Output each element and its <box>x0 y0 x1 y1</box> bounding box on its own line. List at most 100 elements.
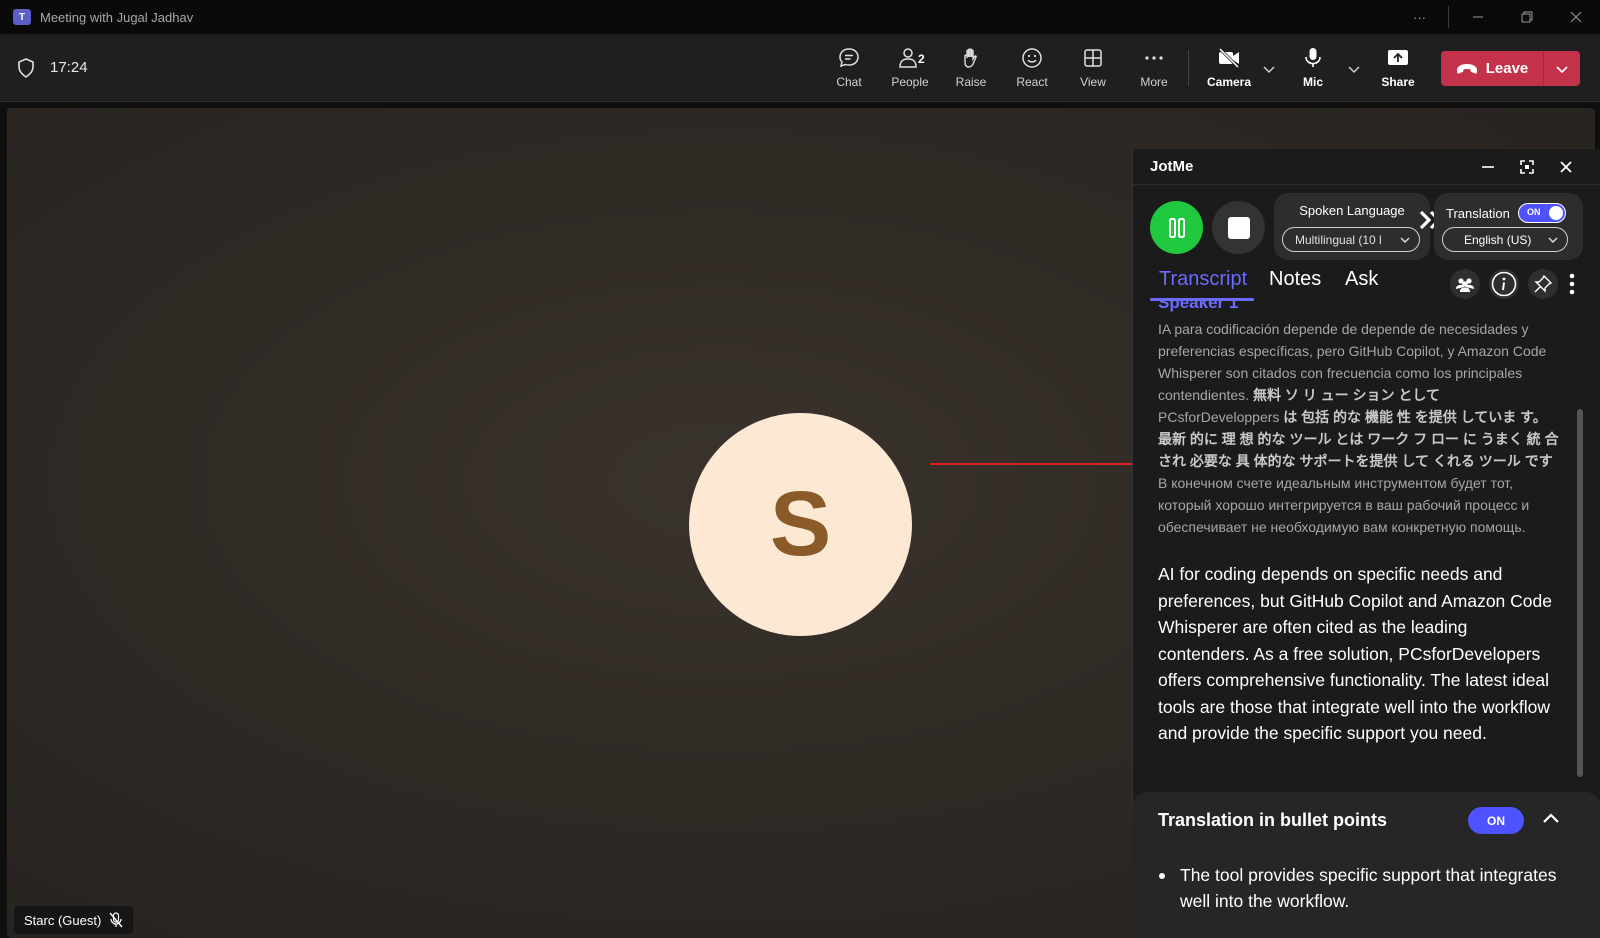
raise-label: Raise <box>955 75 987 89</box>
view-button[interactable]: View <box>1063 46 1123 94</box>
bullet-points-toggle[interactable]: ON <box>1468 807 1524 834</box>
leave-button[interactable]: Leave <box>1441 51 1544 86</box>
transcript-area: Speaker 1 IA para codificación depende d… <box>1133 301 1600 781</box>
minimize-button[interactable] <box>1453 0 1502 34</box>
translation-label: Translation <box>1446 206 1510 221</box>
group-icon <box>1456 278 1474 292</box>
raise-hand-button[interactable]: Raise <box>941 46 1001 94</box>
chevron-down-icon <box>1556 65 1568 73</box>
camera-off-icon <box>1218 47 1240 69</box>
close-panel-button[interactable] <box>1555 156 1577 178</box>
bullet-item: The tool provides specific support that … <box>1180 865 1557 911</box>
leave-button-group: Leave <box>1441 51 1580 86</box>
hang-up-icon <box>1456 63 1477 74</box>
more-label: More <box>1140 75 1168 89</box>
spoken-language-value: Multilingual (10 l <box>1295 232 1382 247</box>
share-label: Share <box>1381 75 1415 89</box>
jotme-tabs: Transcript Notes Ask <box>1133 261 1600 301</box>
react-button[interactable]: React <box>1002 46 1062 94</box>
bullet-points-panel: Translation in bullet points ON The tool… <box>1132 792 1600 938</box>
mic-muted-icon <box>109 912 123 928</box>
leave-label: Leave <box>1485 60 1529 77</box>
shield-icon <box>18 58 34 78</box>
chevron-down-icon <box>1400 237 1410 243</box>
leave-options-button[interactable] <box>1544 51 1580 86</box>
share-screen-icon <box>1388 50 1408 65</box>
participant-name: Starc (Guest) <box>24 912 102 928</box>
jotme-panel: JotMe Spoken Language Multilingual (10 l… <box>1132 149 1600 938</box>
transcript-scrollbar[interactable] <box>1577 409 1583 777</box>
mic-options-chevron-icon[interactable] <box>1347 62 1361 76</box>
stop-recording-button[interactable] <box>1212 201 1265 254</box>
hand-icon <box>964 48 977 68</box>
pin-button[interactable] <box>1528 269 1558 299</box>
stop-icon <box>1227 216 1250 239</box>
more-options-icon[interactable]: ··· <box>1395 0 1444 34</box>
microphone-icon <box>1305 48 1321 67</box>
chevron-up-icon[interactable] <box>1542 812 1560 824</box>
toolbar-divider <box>1188 50 1189 86</box>
people-button[interactable]: 2 People <box>880 46 940 94</box>
red-arrow-annotation <box>930 459 1149 469</box>
speaker-label: Speaker 1 <box>1158 301 1239 312</box>
translation-toggle[interactable]: ON <box>1518 203 1566 223</box>
tab-notes[interactable]: Notes <box>1269 268 1321 291</box>
more-dots-icon <box>1145 56 1163 60</box>
pause-recording-button[interactable] <box>1150 201 1203 254</box>
translation-language-value: English (US) <box>1464 232 1532 247</box>
view-label: View <box>1080 75 1106 89</box>
people-count: 2 <box>918 52 925 66</box>
camera-options-chevron-icon[interactable] <box>1262 62 1276 76</box>
spoken-language-box: Spoken Language Multilingual (10 l <box>1274 193 1430 260</box>
tab-transcript[interactable]: Transcript <box>1159 268 1247 291</box>
original-text-ja-2: PCsforDeveloppers <box>1158 409 1280 425</box>
camera-label: Camera <box>1206 75 1252 89</box>
people-label: People <box>891 75 929 89</box>
original-text-ja-1: 無料 ソ リ ュー ション として <box>1252 387 1440 403</box>
meeting-toolbar: 17:24 Chat 2 People Raise React View Mor… <box>0 34 1600 102</box>
chat-icon <box>839 48 859 68</box>
pause-icon <box>1168 217 1185 238</box>
react-label: React <box>1016 75 1048 89</box>
jotme-title: JotMe <box>1150 158 1194 175</box>
grid-view-icon <box>1084 49 1102 67</box>
spoken-language-select[interactable]: Multilingual (10 l <box>1282 227 1420 252</box>
title-bar: T Meeting with Jugal Jadhav ··· <box>0 0 1600 34</box>
close-button[interactable] <box>1551 0 1600 34</box>
translation-language-select[interactable]: English (US) <box>1442 227 1568 252</box>
teams-icon: T <box>13 9 31 25</box>
original-text-ru: В конечном счете идеальным инструментом … <box>1158 475 1530 535</box>
chat-label: Chat <box>836 75 862 89</box>
translated-transcript: AI for coding depends on specific needs … <box>1158 564 1552 743</box>
camera-button[interactable]: Camera <box>1199 46 1259 94</box>
mic-label: Mic <box>1302 75 1323 89</box>
chat-button[interactable]: Chat <box>819 46 879 94</box>
speakers-button[interactable] <box>1450 269 1480 299</box>
info-icon <box>1491 271 1517 297</box>
expand-panel-button[interactable] <box>1516 156 1538 178</box>
divider <box>1448 6 1449 28</box>
smiley-icon <box>1022 48 1042 68</box>
spoken-language-label: Spoken Language <box>1299 203 1405 218</box>
minimize-panel-button[interactable] <box>1477 156 1499 178</box>
translation-box: Translation ON English (US) <box>1434 193 1583 260</box>
bullet-dot <box>1159 873 1165 879</box>
window-title: Meeting with Jugal Jadhav <box>40 9 194 25</box>
toggle-knob <box>1549 206 1563 220</box>
tab-ask[interactable]: Ask <box>1345 268 1378 291</box>
more-vertical-icon[interactable] <box>1569 273 1575 295</box>
bullet-points-title: Translation in bullet points <box>1158 810 1388 830</box>
close-icon <box>1560 161 1572 173</box>
meeting-timer: 17:24 <box>50 59 88 76</box>
chevron-down-icon <box>1548 237 1558 243</box>
info-button[interactable] <box>1489 269 1519 299</box>
restore-button[interactable] <box>1502 0 1551 34</box>
pin-icon <box>1534 275 1552 293</box>
original-transcript: IA para codificación depende de depende … <box>1158 318 1563 538</box>
expand-icon <box>1520 160 1534 174</box>
minimize-icon <box>1482 166 1494 168</box>
translation-toggle-text: ON <box>1527 207 1541 217</box>
mic-button[interactable]: Mic <box>1283 46 1343 94</box>
share-button[interactable]: Share <box>1368 46 1428 94</box>
more-button[interactable]: More <box>1124 46 1184 94</box>
